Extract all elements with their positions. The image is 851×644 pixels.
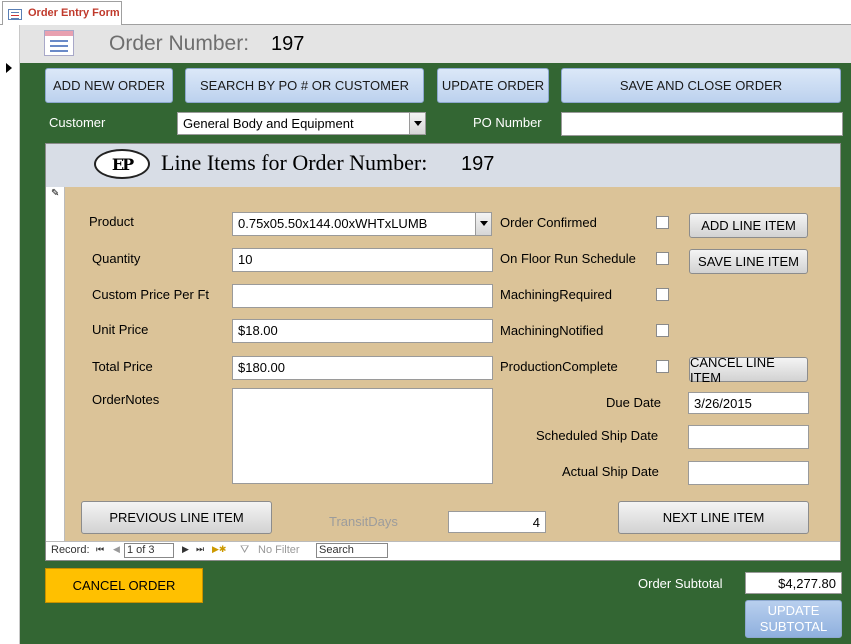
unit-price-field[interactable]: $18.00 (232, 319, 493, 343)
order-confirmed-label: Order Confirmed (500, 215, 597, 230)
machining-required-checkbox[interactable] (656, 288, 669, 301)
total-price-field[interactable]: $180.00 (232, 356, 493, 380)
next-line-item-button[interactable]: NEXT LINE ITEM (618, 501, 809, 534)
current-record-arrow-icon (6, 63, 12, 73)
document-tab-strip (0, 0, 851, 25)
record-position-field[interactable]: 1 of 3 (124, 543, 174, 558)
order-notes-label: OrderNotes (92, 392, 160, 407)
form-header-icon (44, 30, 74, 56)
tab-label: Order Entry Form (28, 7, 120, 19)
customer-combo[interactable]: General Body and Equipment (177, 112, 426, 135)
scheduled-ship-label: Scheduled Ship Date (536, 428, 659, 443)
due-date-label: Due Date (606, 395, 661, 410)
subtotal-field: $4,277.80 (745, 572, 842, 594)
scheduled-ship-field[interactable] (688, 425, 809, 449)
save-close-order-button[interactable]: SAVE AND CLOSE ORDER (561, 68, 841, 103)
custom-price-field[interactable] (232, 284, 493, 308)
first-record-icon[interactable]: ⏮ (96, 544, 104, 555)
chevron-down-icon[interactable] (409, 113, 425, 134)
tab-order-entry-form[interactable]: Order Entry Form (2, 1, 122, 25)
last-record-icon[interactable]: ⏭ (196, 544, 204, 555)
save-line-item-button[interactable]: SAVE LINE ITEM (689, 249, 808, 274)
on-floor-label: On Floor Run Schedule (500, 251, 636, 266)
order-confirmed-checkbox[interactable] (656, 216, 669, 229)
prev-record-icon[interactable]: ◀ (113, 544, 120, 555)
actual-ship-field[interactable] (688, 461, 809, 485)
quantity-label: Quantity (92, 251, 141, 266)
add-new-order-button[interactable]: ADD NEW ORDER (45, 68, 173, 103)
company-logo: EP (94, 149, 150, 179)
update-subtotal-button[interactable]: UPDATE SUBTOTAL (745, 600, 842, 638)
cancel-line-item-button[interactable]: CANCEL LINE ITEM (689, 355, 808, 385)
pencil-icon: ✎ (51, 188, 60, 199)
total-price-label: Total Price (92, 359, 153, 374)
order-number-value: 197 (271, 33, 305, 55)
po-number-label: PO Number (473, 115, 542, 130)
due-date-field[interactable]: 3/26/2015 (688, 392, 809, 414)
record-navigation-bar: Record: ⏮ ◀ 1 of 3 ▶ ⏭ ▶✱ ⛛ No Filter Se… (46, 541, 840, 560)
transit-days-field[interactable]: 4 (448, 511, 546, 533)
next-record-icon[interactable]: ▶ (182, 544, 189, 555)
subtotal-label: Order Subtotal (638, 576, 723, 591)
custom-price-label: Custom Price Per Ft (92, 287, 210, 302)
line-items-title: Line Items for Order Number: (161, 150, 428, 175)
product-combo[interactable]: 0.75x05.50x144.00xWHTxLUMB (232, 212, 492, 236)
order-notes-field[interactable] (232, 388, 493, 484)
transit-days-label: TransitDays (329, 514, 398, 529)
unit-price-label: Unit Price (92, 322, 149, 337)
filter-icon: ⛛ (240, 544, 250, 556)
line-items-subform (45, 143, 841, 561)
product-label: Product (89, 214, 134, 229)
nav-search-field[interactable]: Search (316, 543, 388, 558)
search-button[interactable]: SEARCH BY PO # OR CUSTOMER (185, 68, 424, 103)
chevron-down-icon[interactable] (475, 213, 491, 235)
machining-notified-label: MachiningNotified (500, 323, 604, 338)
product-value: 0.75x05.50x144.00xWHTxLUMB (238, 216, 428, 231)
quantity-field[interactable]: 10 (232, 248, 493, 272)
order-number-label: Order Number: (109, 32, 250, 55)
machining-required-label: MachiningRequired (500, 287, 613, 302)
cancel-order-button[interactable]: CANCEL ORDER (45, 568, 203, 603)
customer-value: General Body and Equipment (183, 116, 354, 131)
po-number-field[interactable] (561, 112, 843, 136)
production-complete-label: ProductionComplete (500, 359, 618, 374)
line-items-order-number: 197 (461, 153, 495, 175)
add-line-item-button[interactable]: ADD LINE ITEM (689, 213, 808, 238)
on-floor-checkbox[interactable] (656, 252, 669, 265)
new-record-icon[interactable]: ▶✱ (212, 544, 226, 555)
previous-line-item-button[interactable]: PREVIOUS LINE ITEM (81, 501, 272, 534)
line-item-record-selector[interactable] (46, 187, 65, 541)
form-icon (8, 9, 22, 20)
update-order-button[interactable]: UPDATE ORDER (437, 68, 549, 103)
customer-label: Customer (49, 115, 106, 130)
record-selector[interactable] (0, 25, 20, 644)
record-label: Record: (51, 544, 90, 556)
actual-ship-label: Actual Ship Date (562, 464, 659, 479)
production-complete-checkbox[interactable] (656, 360, 669, 373)
no-filter-label[interactable]: No Filter (258, 544, 300, 556)
machining-notified-checkbox[interactable] (656, 324, 669, 337)
